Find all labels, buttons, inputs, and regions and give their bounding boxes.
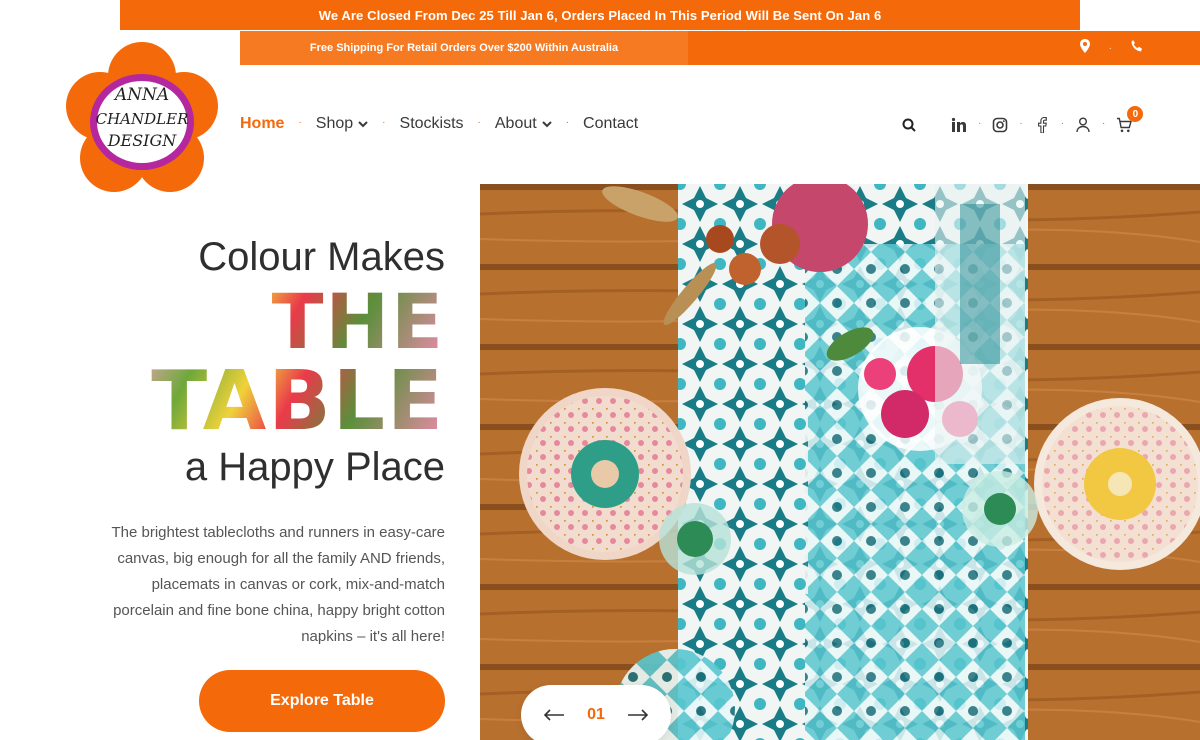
closed-notice-banner: We Are Closed From Dec 25 Till Jan 6, Or… [120,0,1080,30]
arrow-right-icon[interactable] [627,709,649,721]
cart-icon[interactable]: 0 [1115,106,1144,134]
cart-count-badge: 0 [1127,106,1144,122]
location-pin-icon[interactable] [1079,38,1091,58]
header-icons: · · · · 0 [900,106,1144,136]
icon-separator: · [1060,117,1065,129]
nav-item-shop[interactable]: Shop [316,115,368,133]
nav-separator: · [565,116,570,128]
search-icon[interactable] [900,116,918,134]
icon-separator: · [1019,117,1023,129]
nav-item-label: Shop [315,115,354,132]
nav-separator: · [298,116,302,128]
logo-text-anna: ANNA [113,85,169,105]
hero-line-1: Colour Makes [198,235,445,279]
explore-table-button[interactable]: Explore Table [199,670,445,732]
arrow-left-icon[interactable] [543,709,565,721]
icon-separator: · [978,117,982,129]
separator-dot: · [1108,42,1112,54]
chevron-down-icon [541,121,552,128]
hero-description: The brightest tablecloths and runners in… [111,524,445,645]
nav-separator: · [477,116,481,128]
shipping-bar: Free Shipping For Retail Orders Over $20… [240,31,1200,65]
facebook-icon[interactable] [1033,116,1051,134]
hero-image-table-setting [480,184,1200,740]
nav-separator: · [382,116,386,128]
chevron-down-icon [358,121,368,128]
phone-icon[interactable] [1130,39,1144,58]
nav-item-home[interactable]: Home [240,115,284,133]
nav-item-label: Stockists [399,115,464,132]
instagram-icon[interactable] [991,116,1009,134]
shipping-text: Free Shipping For Retail Orders Over $20… [240,31,688,65]
hero-line-3: TABLE [45,361,445,443]
linkedin-icon[interactable] [950,116,968,134]
nav-item-label: Home [240,115,285,132]
slide-number: 01 [587,706,605,723]
hero-line-4: a Happy Place [184,445,445,489]
logo-text-design: DESIGN [107,131,178,150]
main-nav: Home · Shop · Stockists · About · Contac… [240,112,638,136]
icon-separator: · [1102,117,1106,129]
hero-heading: Colour Makes THE TABLE a Happy Place [45,232,445,492]
nav-item-contact[interactable]: Contact [583,115,638,133]
user-icon[interactable] [1074,116,1092,134]
closed-notice-text: We Are Closed From Dec 25 Till Jan 6, Or… [318,7,882,23]
logo-text-chandler: CHANDLER [96,110,189,128]
hero-line-2: THE [45,282,445,362]
slider-controls: 01 [521,685,671,740]
logo[interactable]: ANNA CHANDLER DESIGN [62,40,222,200]
nav-item-stockists[interactable]: Stockists [400,115,464,133]
nav-item-label: About [494,115,537,132]
nav-item-about[interactable]: About [495,115,552,133]
nav-item-label: Contact [583,115,639,132]
